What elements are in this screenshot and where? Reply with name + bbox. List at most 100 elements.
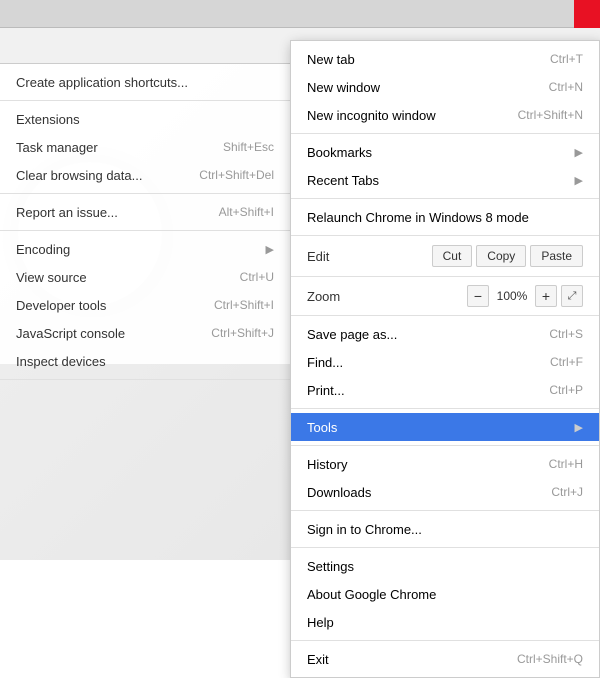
menu-item-9-2[interactable]: Help xyxy=(291,608,599,636)
submenu-arrow-icon: ▶ xyxy=(575,174,583,187)
menu-item-8-0[interactable]: Sign in to Chrome... xyxy=(291,515,599,543)
menu-item-9-1[interactable]: About Google Chrome xyxy=(291,580,599,608)
left-menu-item-3-0[interactable]: Encoding ▶ xyxy=(0,235,290,263)
menu-item-label: New tab xyxy=(307,52,530,67)
edit-btn-group: CutCopyPaste xyxy=(432,245,583,267)
edit-row: EditCutCopyPaste xyxy=(291,240,599,272)
left-menu-item-label: Developer tools xyxy=(16,298,106,313)
menu-section-4: Zoom−100% +⤢ xyxy=(291,277,599,316)
menu-item-1-0[interactable]: Bookmarks ▶ xyxy=(291,138,599,166)
left-submenu-arrow-icon: ▶ xyxy=(266,243,274,256)
title-bar xyxy=(0,0,600,28)
menu-shortcut: Ctrl+T xyxy=(550,52,583,66)
menu-section-5: Save page as...Ctrl+S Find... Ctrl+F Print.… xyxy=(291,316,599,409)
menu-item-label: Relaunch Chrome in Windows 8 mode xyxy=(307,210,583,225)
left-menu-shortcut: Alt+Shift+I xyxy=(219,205,274,219)
menu-shortcut: Ctrl+Shift+Q xyxy=(517,652,583,666)
menu-item-label: Recent Tabs xyxy=(307,173,565,188)
menu-item-label: Help xyxy=(307,615,583,630)
zoom-value: 100% xyxy=(493,289,531,303)
menu-item-label: About Google Chrome xyxy=(307,587,583,602)
menu-item-label: Tools xyxy=(307,420,565,435)
menu-item-2-0[interactable]: Relaunch Chrome in Windows 8 mode xyxy=(291,203,599,231)
menu-item-label: Print... xyxy=(307,383,529,398)
zoom-row: Zoom−100% +⤢ xyxy=(291,281,599,311)
zoom-out-button[interactable]: − xyxy=(467,285,489,307)
paste-button[interactable]: Paste xyxy=(530,245,583,267)
menu-item-label: New incognito window xyxy=(307,108,498,123)
menu-item-label: Exit xyxy=(307,652,497,667)
menu-item-6-0[interactable]: Tools ▶ xyxy=(291,413,599,441)
left-menu-shortcut: Shift+Esc xyxy=(223,140,274,154)
menu-item-0-1[interactable]: New window Ctrl+N xyxy=(291,73,599,101)
left-menu-item-1-1[interactable]: Task manager Shift+Esc xyxy=(0,133,290,161)
left-menu-item-3-3[interactable]: JavaScript console Ctrl+Shift+J xyxy=(0,319,290,347)
left-menu-item-label: Inspect devices xyxy=(16,354,106,369)
menu-item-5-1[interactable]: Find... Ctrl+F xyxy=(291,348,599,376)
minimize-button[interactable] xyxy=(522,0,548,28)
left-menu-shortcut: Ctrl+Shift+I xyxy=(214,298,274,312)
left-menu-item-3-4[interactable]: Inspect devices xyxy=(0,347,290,375)
menu-item-7-0[interactable]: History Ctrl+H xyxy=(291,450,599,478)
left-menu-item-0-0[interactable]: Create application shortcuts... xyxy=(0,68,290,96)
menu-item-5-0[interactable]: Save page as...Ctrl+S xyxy=(291,320,599,348)
menu-section-7: History Ctrl+H Downloads Ctrl+J xyxy=(291,446,599,511)
edit-label: Edit xyxy=(307,249,432,264)
menu-shortcut: Ctrl+J xyxy=(551,485,583,499)
menu-item-0-0[interactable]: New tab Ctrl+T xyxy=(291,45,599,73)
menu-item-1-1[interactable]: Recent Tabs ▶ xyxy=(291,166,599,194)
close-button[interactable] xyxy=(574,0,600,28)
left-menu-item-3-1[interactable]: View source Ctrl+U xyxy=(0,263,290,291)
left-menu-item-label: Report an issue... xyxy=(16,205,118,220)
left-menu-item-1-0[interactable]: Extensions xyxy=(0,105,290,133)
left-menu-item-label: Clear browsing data... xyxy=(16,168,142,183)
maximize-button[interactable] xyxy=(548,0,574,28)
menu-item-label: Sign in to Chrome... xyxy=(307,522,583,537)
menu-shortcut: Ctrl+F xyxy=(550,355,583,369)
menu-item-0-2[interactable]: New incognito windowCtrl+Shift+N xyxy=(291,101,599,129)
menu-section-10: Exit Ctrl+Shift+Q xyxy=(291,641,599,677)
zoom-in-button[interactable]: + xyxy=(535,285,557,307)
menu-section-1: Bookmarks ▶ Recent Tabs ▶ xyxy=(291,134,599,199)
menu-section-6: Tools ▶ xyxy=(291,409,599,446)
left-menu-item-label: Encoding xyxy=(16,242,70,257)
submenu-arrow-icon: ▶ xyxy=(575,421,583,434)
menu-item-5-2[interactable]: Print... Ctrl+P xyxy=(291,376,599,404)
copy-button[interactable]: Copy xyxy=(476,245,526,267)
menu-shortcut: Ctrl+P xyxy=(549,383,583,397)
left-menu-item-label: JavaScript console xyxy=(16,326,125,341)
chrome-menu: New tab Ctrl+T New window Ctrl+N New incogni… xyxy=(290,40,600,678)
menu-section-3: EditCutCopyPaste xyxy=(291,236,599,277)
left-menu-item-3-2[interactable]: Developer tools Ctrl+Shift+I xyxy=(0,291,290,319)
left-menu-item-1-2[interactable]: Clear browsing data... Ctrl+Shift+Del xyxy=(0,161,290,189)
left-menu-item-label: View source xyxy=(16,270,87,285)
submenu-arrow-icon: ▶ xyxy=(575,146,583,159)
left-menu-item-label: Task manager xyxy=(16,140,98,155)
menu-item-label: New window xyxy=(307,80,529,95)
left-menu-item-2-0[interactable]: Report an issue... Alt+Shift+I xyxy=(0,198,290,226)
menu-shortcut: Ctrl+H xyxy=(549,457,583,471)
menu-section-2: Relaunch Chrome in Windows 8 mode xyxy=(291,199,599,236)
zoom-label: Zoom xyxy=(307,289,467,304)
menu-item-label: Find... xyxy=(307,355,530,370)
menu-item-10-0[interactable]: Exit Ctrl+Shift+Q xyxy=(291,645,599,673)
menu-item-label: Save page as... xyxy=(307,327,529,342)
menu-item-label: Downloads xyxy=(307,485,531,500)
left-section-3: Encoding ▶ View source Ctrl+U Developer tool… xyxy=(0,231,290,380)
menu-shortcut: Ctrl+N xyxy=(549,80,583,94)
zoom-fullscreen-button[interactable]: ⤢ xyxy=(561,285,583,307)
left-menu-shortcut: Ctrl+U xyxy=(240,270,274,284)
left-menu-shortcut: Ctrl+Shift+Del xyxy=(199,168,274,182)
menu-item-9-0[interactable]: Settings xyxy=(291,552,599,580)
menu-item-label: Settings xyxy=(307,559,583,574)
menu-item-label: History xyxy=(307,457,529,472)
left-menu-shortcut: Ctrl+Shift+J xyxy=(211,326,274,340)
menu-item-label: Bookmarks xyxy=(307,145,565,160)
zoom-controls: −100% +⤢ xyxy=(467,285,583,307)
left-menu-item-label: Extensions xyxy=(16,112,80,127)
menu-item-7-1[interactable]: Downloads Ctrl+J xyxy=(291,478,599,506)
cut-button[interactable]: Cut xyxy=(432,245,473,267)
left-menu-item-label: Create application shortcuts... xyxy=(16,75,188,90)
menu-section-9: Settings About Google Chrome Help xyxy=(291,548,599,641)
tools-submenu-panel: Create application shortcuts... Extension… xyxy=(0,64,290,364)
